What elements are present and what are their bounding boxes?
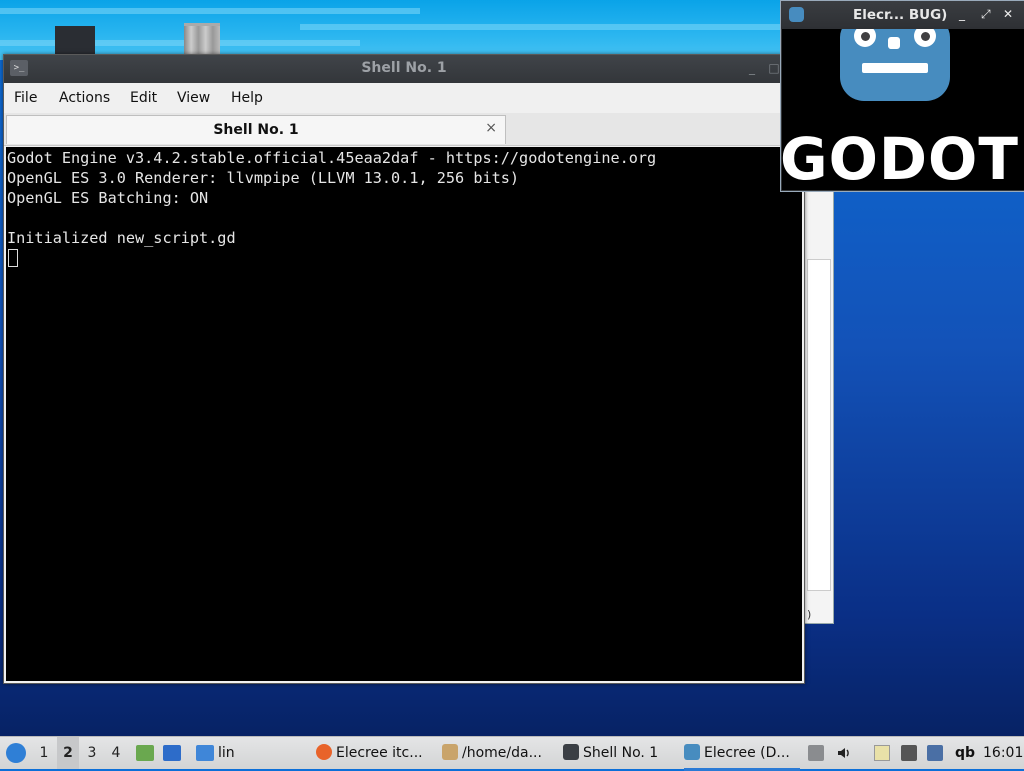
godot-debug-window[interactable]: Elecr... BUG) _ ⤢ ✕ GODOT	[780, 0, 1024, 192]
minimize-button[interactable]: _	[959, 7, 965, 21]
quicklaunch-label[interactable]: lin	[218, 737, 235, 769]
background-window-panel	[807, 259, 831, 591]
start-menu-icon[interactable]	[6, 743, 26, 763]
show-desktop-icon[interactable]	[163, 745, 181, 761]
menu-bar: File Actions Edit View Help	[4, 83, 804, 113]
volume-icon[interactable]	[836, 745, 852, 761]
file-manager-icon[interactable]	[136, 745, 154, 761]
background-window[interactable]: )	[804, 190, 834, 624]
logo-nose	[888, 37, 900, 49]
terminal-line: OpenGL ES Batching: ON	[7, 189, 209, 207]
menu-file[interactable]: File	[14, 90, 37, 106]
terminal-icon	[563, 744, 579, 760]
desktop-icon[interactable]	[55, 26, 95, 56]
workspace-1[interactable]: 1	[33, 737, 55, 769]
clock[interactable]: 16:01	[983, 737, 1023, 769]
terminal-line: Godot Engine v3.4.2.stable.official.45ea…	[7, 149, 657, 167]
terminal-window[interactable]: >_ Shell No. 1 _ □ File Actions Edit Vie…	[3, 54, 805, 684]
background-window-text: )	[807, 608, 812, 621]
maximize-button[interactable]: ⤢	[981, 7, 991, 22]
godot-game-viewport[interactable]: GODOT	[782, 29, 1024, 190]
task-godot[interactable]: Elecree (D...	[684, 738, 800, 771]
workspace-2[interactable]: 2	[57, 737, 79, 769]
minimize-button[interactable]: _	[745, 61, 759, 75]
logo-mouth	[862, 63, 928, 73]
task-label: Shell No. 1	[583, 745, 659, 761]
task-file-manager[interactable]: /home/da...	[442, 738, 554, 768]
update-icon[interactable]	[927, 745, 943, 761]
taskbar: 1 2 3 4 lin Elecree itc... /home/da... S…	[0, 736, 1024, 771]
godot-icon	[789, 7, 804, 22]
tab-label: Shell No. 1	[213, 122, 299, 138]
tray-text[interactable]: qb	[955, 737, 975, 769]
tab-shell-1[interactable]: Shell No. 1 ×	[6, 115, 506, 144]
terminal-line: OpenGL ES 3.0 Renderer: llvmpipe (LLVM 1…	[7, 169, 520, 187]
workspace-4[interactable]: 4	[105, 737, 127, 769]
menu-edit[interactable]: Edit	[130, 90, 157, 106]
godot-logo-icon	[840, 29, 950, 101]
tab-bar: Shell No. 1 ×	[4, 113, 804, 146]
folder-icon[interactable]	[196, 745, 214, 761]
godot-icon	[684, 744, 700, 760]
scroll-tray-icon[interactable]	[808, 745, 824, 761]
firefox-icon	[316, 744, 332, 760]
task-firefox[interactable]: Elecree itc...	[316, 738, 434, 768]
menu-view[interactable]: View	[177, 90, 210, 106]
task-label: Elecree itc...	[336, 745, 423, 761]
task-label: Elecree (D...	[704, 745, 790, 761]
tab-close-icon[interactable]: ×	[485, 120, 497, 136]
network-icon[interactable]	[901, 745, 917, 761]
file-manager-icon	[442, 744, 458, 760]
clipboard-icon[interactable]	[874, 745, 890, 761]
godot-logo-text: GODOT	[782, 125, 1019, 190]
terminal-output[interactable]: Godot Engine v3.4.2.stable.official.45ea…	[6, 147, 802, 681]
maximize-button[interactable]: □	[767, 61, 781, 75]
terminal-titlebar[interactable]: >_ Shell No. 1 _ □	[4, 55, 804, 83]
logo-eye	[914, 29, 936, 47]
close-button[interactable]: ✕	[1003, 7, 1013, 21]
task-shell[interactable]: Shell No. 1	[563, 738, 675, 768]
menu-actions[interactable]: Actions	[59, 90, 110, 106]
trash-icon[interactable]	[184, 23, 220, 58]
terminal-line: Initialized new_script.gd	[7, 229, 236, 247]
workspace-3[interactable]: 3	[81, 737, 103, 769]
godot-window-title: Elecr... BUG)	[853, 7, 948, 23]
window-title: Shell No. 1	[361, 60, 447, 76]
terminal-cursor	[8, 249, 18, 267]
menu-help[interactable]: Help	[231, 90, 263, 106]
logo-eye	[854, 29, 876, 47]
godot-titlebar[interactable]: Elecr... BUG) _ ⤢ ✕	[781, 1, 1024, 29]
task-label: /home/da...	[462, 745, 542, 761]
